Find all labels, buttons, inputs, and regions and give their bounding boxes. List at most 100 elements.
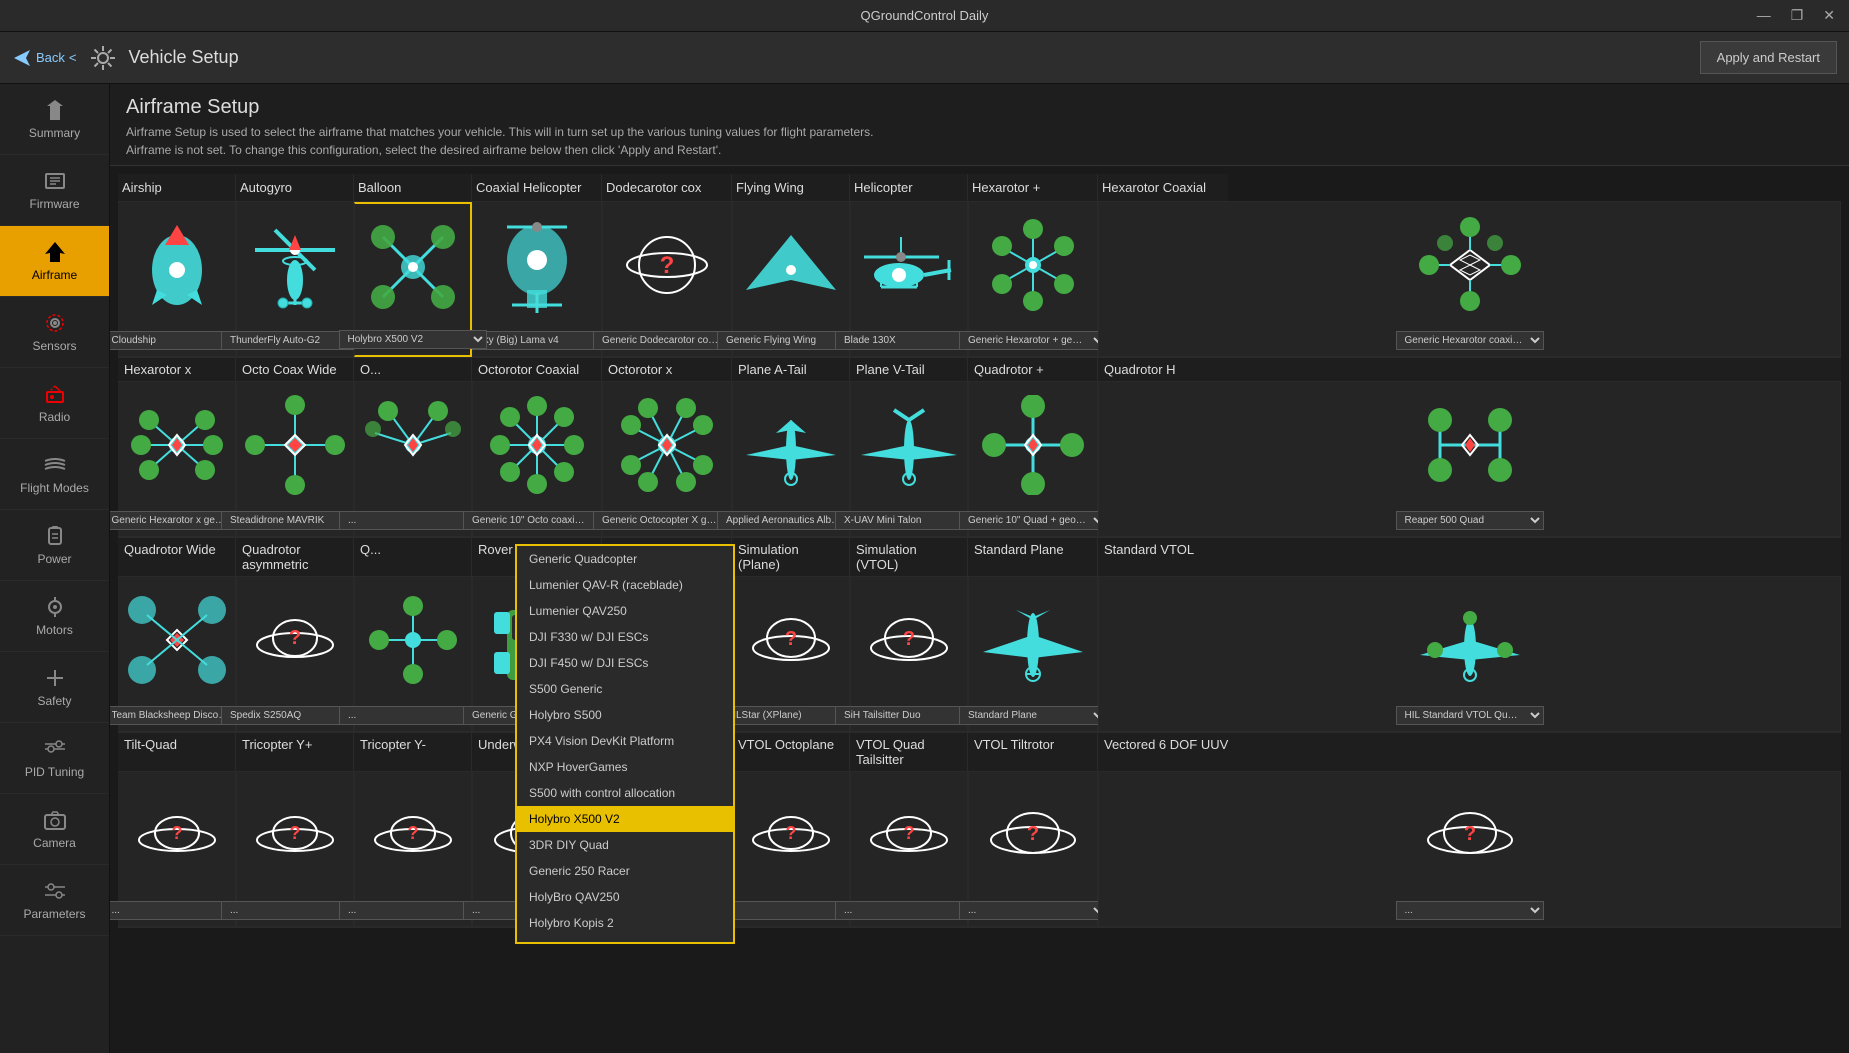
sidebar-item-sensors[interactable]: Sensors bbox=[0, 297, 109, 368]
standard-plane-select[interactable]: Standard Plane bbox=[959, 706, 1107, 725]
dropdown-item-lumenier-qav250[interactable]: Lumenier QAV250 bbox=[517, 598, 733, 624]
dropdown-item-generic-quadcopter[interactable]: Generic Quadcopter bbox=[517, 546, 733, 572]
svg-text:?: ? bbox=[903, 628, 915, 650]
card-vtol-tiltrotor[interactable]: ? ... bbox=[968, 772, 1098, 927]
octorotor-coaxial-select[interactable]: Generic 10" Octo coaxial geom bbox=[463, 511, 611, 530]
hexarotor-plus-select[interactable]: Generic Hexarotor + geometry bbox=[959, 331, 1107, 350]
card-img-tricopter-y-plus: ? bbox=[241, 780, 349, 890]
card-sim-vtol[interactable]: ? SiH Tailsitter Duo bbox=[850, 577, 968, 732]
sidebar-item-firmware[interactable]: Firmware bbox=[0, 155, 109, 226]
dropdown-item-nxp-hovergames[interactable]: NXP HoverGames bbox=[517, 754, 733, 780]
dropdown-item-s500-control-allocation[interactable]: S500 with control allocation bbox=[517, 780, 733, 806]
svg-text:?: ? bbox=[1027, 823, 1039, 845]
dropdown-item-lumenier-qavr[interactable]: Lumenier QAV-R (raceblade) bbox=[517, 572, 733, 598]
label-hexarotor-x: Hexarotor x bbox=[124, 362, 191, 377]
card-quad3[interactable]: ... bbox=[354, 577, 472, 732]
card-plane-a-tail[interactable]: Applied Aeronautics Albatross bbox=[732, 382, 850, 537]
card-octo3[interactable]: ... bbox=[354, 382, 472, 537]
cards-row-3: Team Blacksheep Discovery ? Sped bbox=[118, 577, 1841, 733]
sidebar-item-parameters[interactable]: Parameters bbox=[0, 865, 109, 936]
cards-row-4: ? ... ? ... bbox=[118, 772, 1841, 928]
sidebar-item-radio[interactable]: Radio bbox=[0, 368, 109, 439]
card-sim-plane[interactable]: ? HILStar (XPlane) bbox=[732, 577, 850, 732]
dropdown-item-holybro-kopis-2[interactable]: Holybro Kopis 2 bbox=[517, 910, 733, 936]
card-tilt-quad[interactable]: ? ... bbox=[118, 772, 236, 927]
sidebar-item-motors[interactable]: Motors bbox=[0, 581, 109, 652]
minimize-button[interactable]: — bbox=[1751, 5, 1777, 26]
card-quadrotor-plus[interactable]: Generic 10" Quad + geometry bbox=[968, 382, 1098, 537]
camera-icon bbox=[43, 808, 67, 832]
airframe-setup-warning: Airframe is not set. To change this conf… bbox=[126, 143, 1833, 157]
sidebar-item-flight-modes[interactable]: Flight Modes bbox=[0, 439, 109, 510]
card-flying-wing[interactable]: Generic Flying Wing bbox=[732, 202, 850, 357]
summary-icon bbox=[43, 98, 67, 122]
sidebar-item-summary[interactable]: Summary bbox=[0, 84, 109, 155]
card-dodecarotor[interactable]: ? Generic Dodecarotor cox geom bbox=[602, 202, 732, 357]
section-header-row-3: Quadrotor Wide Quadrotor asymmetric Q...… bbox=[118, 538, 1841, 577]
dropdown-item-3dr-diy-quad[interactable]: 3DR DIY Quad bbox=[517, 832, 733, 858]
card-autogyro[interactable]: ThunderFly Auto-G2 bbox=[236, 202, 354, 357]
card-octo-coax-wide[interactable]: Steadidrone MAVRIK bbox=[236, 382, 354, 537]
card-helicopter[interactable]: Blade 130X bbox=[850, 202, 968, 357]
dropdown-item-holybro-qav250[interactable]: HolyBro QAV250 bbox=[517, 884, 733, 910]
vtol-tiltrotor-select[interactable]: ... bbox=[959, 901, 1107, 920]
restore-button[interactable]: ❐ bbox=[1785, 5, 1810, 26]
dropdown-item-dji-f450[interactable]: DJI F450 w/ DJI ESCs bbox=[517, 650, 733, 676]
card-vtol-octoplane[interactable]: ? ... bbox=[732, 772, 850, 927]
card-img-vtol-tiltrotor: ? bbox=[973, 780, 1093, 890]
card-img-vectored-uuv: ? bbox=[1103, 780, 1836, 890]
card-hexarotor-plus[interactable]: Generic Hexarotor + geometry bbox=[968, 202, 1098, 357]
card-balloon[interactable]: Holybro X500 V2 bbox=[354, 202, 472, 357]
sidebar-item-power[interactable]: Power bbox=[0, 510, 109, 581]
sidebar-item-safety[interactable]: Safety bbox=[0, 652, 109, 723]
label-vtol-octoplane: VTOL Octoplane bbox=[738, 737, 834, 752]
hexarotor-coaxial-select[interactable]: Generic Hexarotor coaxial ge bbox=[1396, 331, 1544, 350]
card-octorotor-coaxial[interactable]: Generic 10" Octo coaxial geom bbox=[472, 382, 602, 537]
dropdown-item-holybro-s500[interactable]: Holybro S500 bbox=[517, 702, 733, 728]
card-quadrotor-h[interactable]: Reaper 500 Quad bbox=[1098, 382, 1841, 537]
quadrotor-h-select[interactable]: Reaper 500 Quad bbox=[1396, 511, 1544, 530]
card-hexarotor-coaxial[interactable]: Generic Hexarotor coaxial ge bbox=[1098, 202, 1841, 357]
label-rover: Rover bbox=[478, 542, 513, 557]
dropdown-item-dji-f330[interactable]: DJI F330 w/ DJI ESCs bbox=[517, 624, 733, 650]
firmware-label: Firmware bbox=[30, 197, 80, 211]
card-vtol-quad-tailsitter[interactable]: ? ... bbox=[850, 772, 968, 927]
card-tricopter-y-plus[interactable]: ? ... bbox=[236, 772, 354, 927]
standard-vtol-select[interactable]: HIL Standard VTOL QuadPlane bbox=[1396, 706, 1544, 725]
card-quadrotor-asymmetric[interactable]: ? Spedix S250AQ bbox=[236, 577, 354, 732]
dropdown-item-holybro-x500-v2[interactable]: Holybro X500 V2 bbox=[517, 806, 733, 832]
card-quadrotor-wide[interactable]: Team Blacksheep Discovery bbox=[118, 577, 236, 732]
dropdown-item-s500-generic[interactable]: S500 Generic bbox=[517, 676, 733, 702]
sidebar-item-pid-tuning[interactable]: PID Tuning bbox=[0, 723, 109, 794]
dropdown-item-dji-matrice-100[interactable]: DJI Matrice 100 bbox=[517, 936, 733, 944]
dropdown-item-px4-vision[interactable]: PX4 Vision DevKit Platform bbox=[517, 728, 733, 754]
pid-tuning-label: PID Tuning bbox=[25, 765, 84, 779]
label-standard-vtol: Standard VTOL bbox=[1104, 542, 1194, 557]
svg-text:?: ? bbox=[785, 628, 797, 650]
power-icon bbox=[43, 524, 67, 548]
balloon-select[interactable]: Holybro X500 V2 bbox=[339, 330, 487, 349]
card-standard-plane[interactable]: Standard Plane bbox=[968, 577, 1098, 732]
back-button[interactable]: Back < bbox=[12, 48, 77, 68]
card-airship-cloudship[interactable]: Cloudship bbox=[118, 202, 236, 357]
card-plane-v-tail[interactable]: X-UAV Mini Talon bbox=[850, 382, 968, 537]
section-label-helicopter: Helicopter bbox=[854, 180, 963, 195]
close-button[interactable]: ✕ bbox=[1817, 5, 1841, 26]
label-vtol-quad-tailsitter: VTOL Quad Tailsitter bbox=[856, 737, 925, 767]
card-hexarotor-x[interactable]: Generic Hexarotor x geometry bbox=[118, 382, 236, 537]
apply-restart-button[interactable]: Apply and Restart bbox=[1700, 41, 1837, 74]
firmware-icon bbox=[43, 169, 67, 193]
section-header-row-1: Airship Autogyro Balloon Coaxial Helicop… bbox=[118, 174, 1841, 202]
sidebar-item-airframe[interactable]: Airframe bbox=[0, 226, 109, 297]
sidebar-item-camera[interactable]: Camera bbox=[0, 794, 109, 865]
section-label-hexarotor-coaxial: Hexarotor Coaxial bbox=[1102, 180, 1224, 195]
card-vectored-uuv[interactable]: ? ... bbox=[1098, 772, 1841, 927]
vectored-uuv-select[interactable]: ... bbox=[1396, 901, 1544, 920]
card-tricopter-y-minus[interactable]: ? ... bbox=[354, 772, 472, 927]
card-coaxial-helicopter[interactable]: Esky (Big) Lama v4 bbox=[472, 202, 602, 357]
dropdown-item-generic-250-racer[interactable]: Generic 250 Racer bbox=[517, 858, 733, 884]
quadrotor-plus-select[interactable]: Generic 10" Quad + geometry bbox=[959, 511, 1107, 530]
back-label: Back bbox=[36, 50, 65, 65]
card-octorotor-x[interactable]: Generic Octocopter X geometry bbox=[602, 382, 732, 537]
card-standard-vtol[interactable]: HIL Standard VTOL QuadPlane bbox=[1098, 577, 1841, 732]
